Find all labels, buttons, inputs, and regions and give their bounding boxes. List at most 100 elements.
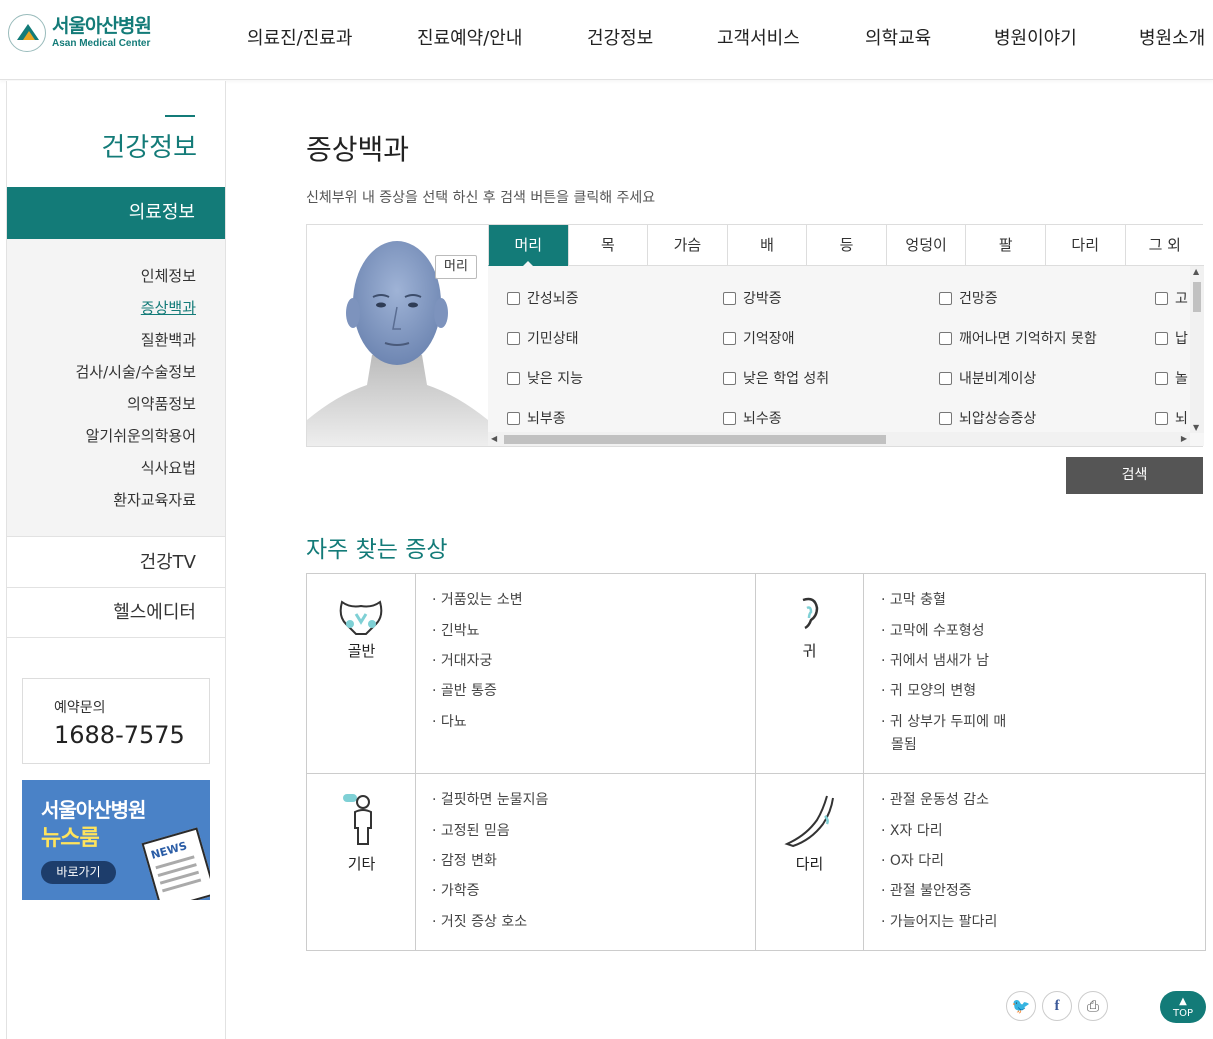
symptom-link[interactable]: · O자 다리 [881,850,944,870]
vertical-scrollbar[interactable]: ▲ ▼ [1190,266,1204,433]
twitter-icon[interactable]: 🐦 [1006,991,1036,1021]
symptom-link[interactable]: · 고막 충혈 [881,589,946,609]
symptom-checkbox[interactable]: 놀 [1155,368,1188,388]
newsroom-banner[interactable]: 서울아산병원 뉴스룸 바로가기 NEWS [22,780,210,900]
symptom-link[interactable]: · 관절 불안정증 [881,880,972,900]
nav-doctors[interactable]: 의료진/진료과 [247,24,352,50]
symptom-link[interactable]: · 귀에서 냄새가 남 [881,650,989,670]
sidebar-item-terms[interactable]: 알기쉬운의학용어 [86,425,196,446]
checkbox-icon[interactable] [507,331,520,345]
nav-education[interactable]: 의학교육 [865,24,931,50]
banner-go-button[interactable]: 바로가기 [41,861,116,884]
symptom-checkbox[interactable]: 고 [1155,288,1188,308]
symptom-link[interactable]: · 다뇨 [432,711,467,731]
facebook-icon[interactable]: f [1042,991,1072,1021]
symptom-checkbox[interactable]: 내분비계이상 [939,368,1036,388]
symptom-checkbox[interactable]: 깨어나면 기억하지 못함 [939,328,1097,348]
category-pelvis[interactable]: 골반 [307,574,416,774]
symptom-checkbox[interactable]: 강박증 [723,288,782,308]
checkbox-icon[interactable] [723,371,736,385]
scroll-down-icon[interactable]: ▼ [1193,423,1199,432]
symptom-link[interactable]: · 귀 상부가 두피에 매 [881,711,1006,731]
symptom-checkbox[interactable]: 낮은 지능 [507,368,583,388]
tab-other[interactable]: 그 외 [1124,225,1205,266]
symptom-checkbox[interactable]: 뇌부종 [507,408,566,428]
checkbox-icon[interactable] [1155,331,1168,345]
sidebar-item-symptoms[interactable]: 증상백과 [141,297,196,318]
checkbox-icon[interactable] [1155,371,1168,385]
checkbox-icon[interactable] [507,371,520,385]
checkbox-icon[interactable] [723,411,736,425]
sidebar-item-patient-edu[interactable]: 환자교육자료 [113,489,196,510]
symptom-link[interactable]: · X자 다리 [881,820,943,840]
sidebar-item-anatomy[interactable]: 인체정보 [141,265,196,286]
print-icon[interactable]: ⎙ [1078,991,1108,1021]
symptom-checkbox[interactable]: 납 [1155,328,1188,348]
sidebar-item-diet[interactable]: 식사요법 [141,457,196,478]
symptom-link[interactable]: · 걸핏하면 눈물지음 [432,789,548,809]
head-illustration[interactable]: 머리 [307,225,488,446]
symptom-link[interactable]: 몰됨 [891,734,917,754]
symptom-link[interactable]: · 거품있는 소변 [432,589,523,609]
scroll-left-icon[interactable]: ◀ [491,434,497,443]
checkbox-icon[interactable] [507,411,520,425]
symptom-link[interactable]: · 가학증 [432,880,480,900]
nav-story[interactable]: 병원이야기 [994,24,1077,50]
tab-neck[interactable]: 목 [567,225,648,266]
symptom-link[interactable]: · 감정 변화 [432,850,497,870]
symptom-checkbox[interactable]: 뇌수종 [723,408,782,428]
tab-abdomen[interactable]: 배 [726,225,807,266]
nav-reservation[interactable]: 진료예약/안내 [417,24,522,50]
checkbox-icon[interactable] [939,411,952,425]
symptom-checkbox[interactable]: 뇌 [1155,408,1188,428]
sidebar-item-health-tv[interactable]: 건강TV [7,538,225,588]
nav-about[interactable]: 병원소개 [1139,24,1205,50]
nav-health-info[interactable]: 건강정보 [587,24,653,50]
symptom-checkbox[interactable]: 낮은 학업 성취 [723,368,829,388]
sidebar-item-diseases[interactable]: 질환백과 [141,329,196,350]
symptom-link[interactable]: · 거짓 증상 호소 [432,911,527,931]
scroll-right-icon[interactable]: ▶ [1181,434,1187,443]
scroll-up-icon[interactable]: ▲ [1193,267,1199,276]
symptom-checkbox[interactable]: 건망증 [939,288,998,308]
checkbox-icon[interactable] [723,331,736,345]
tab-hip[interactable]: 엉덩이 [885,225,966,266]
symptom-link[interactable]: · 거대자궁 [432,650,492,670]
checkbox-icon[interactable] [939,371,952,385]
tab-back[interactable]: 등 [806,225,886,266]
vertical-scroll-thumb[interactable] [1193,282,1201,312]
category-ear[interactable]: 귀 [755,574,864,774]
tab-leg[interactable]: 다리 [1044,225,1125,266]
search-button[interactable]: 검색 [1066,457,1203,494]
site-logo[interactable]: 서울아산병원 Asan Medical Center [8,14,152,52]
sidebar-item-drugs[interactable]: 의약품정보 [127,393,196,414]
symptom-link[interactable]: · 고정된 믿음 [432,820,510,840]
checkbox-icon[interactable] [939,331,952,345]
symptom-checkbox[interactable]: 기민상태 [507,328,579,348]
checkbox-icon[interactable] [1155,411,1168,425]
checkbox-icon[interactable] [723,291,736,305]
category-leg[interactable]: 다리 [755,774,864,950]
scroll-top-button[interactable]: ▲ TOP [1160,991,1206,1023]
symptom-checkbox[interactable]: 간성뇌증 [507,288,579,308]
horizontal-scroll-thumb[interactable] [504,435,886,444]
sidebar-item-procedures[interactable]: 검사/시술/수술정보 [75,361,196,382]
tab-chest[interactable]: 가슴 [647,225,727,266]
sidebar-item-medical-info[interactable]: 의료정보 [7,187,225,239]
symptom-link[interactable]: · 관절 운동성 감소 [881,789,989,809]
sidebar-item-health-editor[interactable]: 헬스에디터 [7,588,225,638]
tab-arm[interactable]: 팔 [965,225,1045,266]
symptom-checkbox[interactable]: 뇌압상승증상 [939,408,1036,428]
horizontal-scrollbar[interactable]: ◀ ▶ [488,432,1190,446]
tab-head[interactable]: 머리 [488,225,568,266]
symptom-link[interactable]: · 가늘어지는 팔다리 [881,911,997,931]
symptom-link[interactable]: · 고막에 수포형성 [881,620,985,640]
symptom-link[interactable]: · 긴박뇨 [432,620,480,640]
checkbox-icon[interactable] [507,291,520,305]
checkbox-icon[interactable] [1155,291,1168,305]
nav-customer-service[interactable]: 고객서비스 [717,24,800,50]
category-other[interactable]: 기타 [307,774,416,950]
symptom-link[interactable]: · 골반 통증 [432,680,497,700]
symptom-checkbox[interactable]: 기억장애 [723,328,795,348]
checkbox-icon[interactable] [939,291,952,305]
